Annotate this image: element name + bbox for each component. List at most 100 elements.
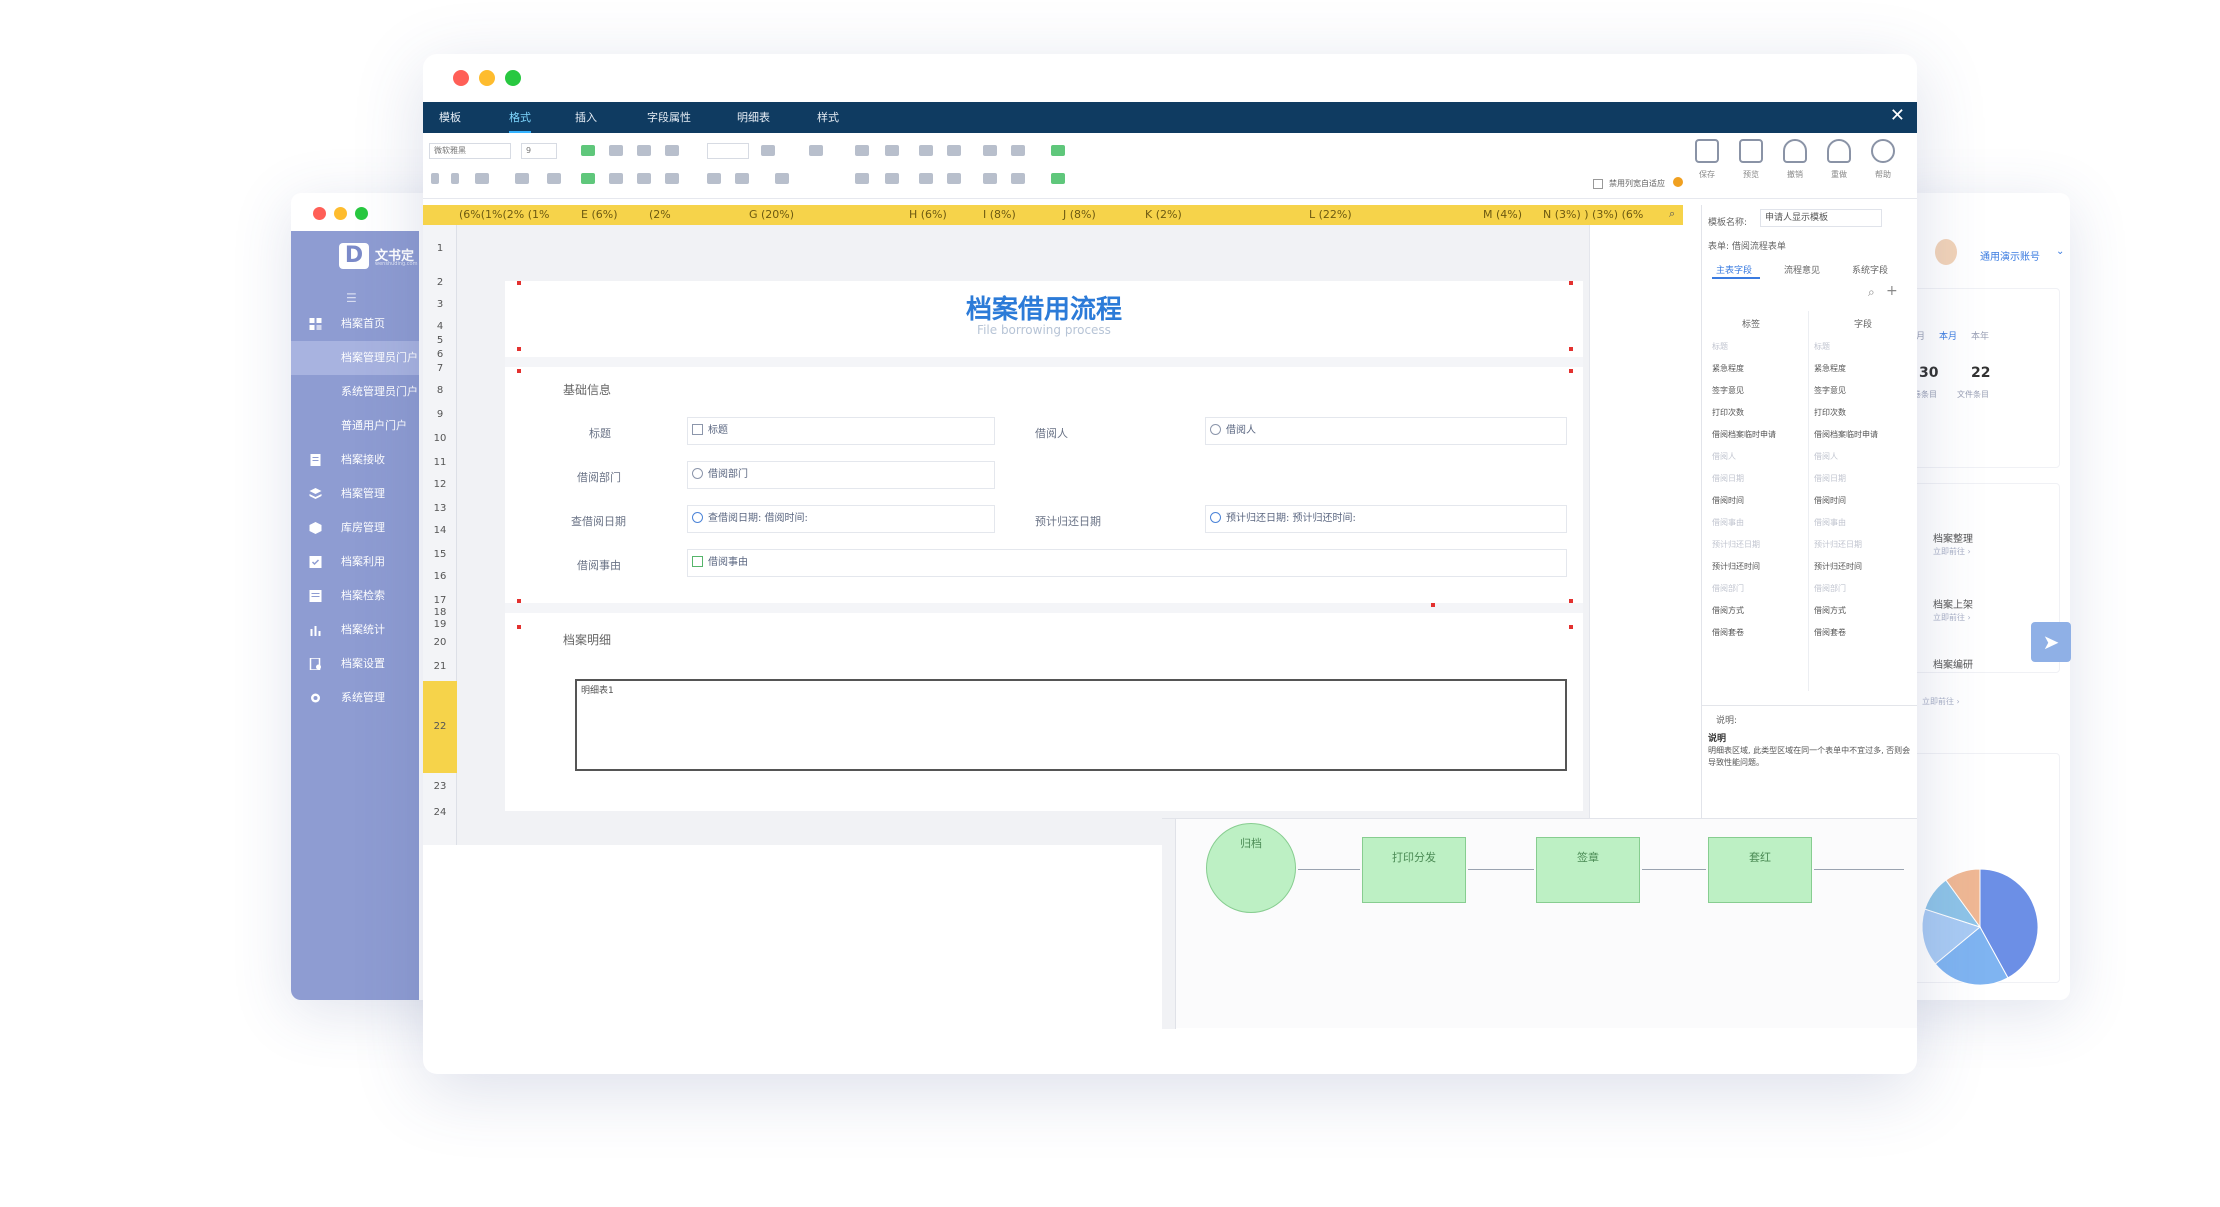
row-header[interactable]: 21: [423, 661, 457, 672]
align-bottom-icon[interactable]: [637, 145, 651, 156]
panel-field-name[interactable]: 借阅部门: [1814, 583, 1846, 594]
auto-width-checkbox[interactable]: [1593, 179, 1603, 189]
panel-field-name[interactable]: 预计归还日期: [1814, 539, 1862, 550]
grid-lines-icon[interactable]: [1051, 173, 1065, 184]
template-name-input[interactable]: 申请人显示模板: [1760, 209, 1882, 227]
justify-icon[interactable]: [665, 173, 679, 184]
date-field[interactable]: 查借阅日期: 借阅时间:: [687, 505, 995, 533]
column-header[interactable]: M (4%): [1483, 208, 1522, 221]
panel-field-name[interactable]: 标题: [1814, 341, 1830, 352]
merge-icon[interactable]: [707, 173, 721, 184]
minimize-dot[interactable]: [479, 70, 495, 86]
column-header[interactable]: H (6%): [909, 208, 947, 221]
tab-style[interactable]: 样式: [817, 102, 839, 133]
redo-button[interactable]: 重做: [1819, 139, 1859, 180]
close-dot[interactable]: [313, 207, 326, 220]
task-go-link[interactable]: 立即前往 ›: [1933, 612, 1971, 623]
sidebar-item-manage[interactable]: 档案管理: [291, 477, 419, 511]
flow-node-print[interactable]: 打印分发: [1362, 837, 1466, 903]
form-title[interactable]: 档案借用流程: [505, 289, 1583, 326]
row-header[interactable]: 12: [423, 479, 457, 490]
align-left-icon[interactable]: [581, 173, 595, 184]
link-icon[interactable]: [983, 145, 997, 156]
insert-col-icon[interactable]: [947, 145, 961, 156]
panel-field-label[interactable]: 借阅档案临时申请: [1712, 429, 1776, 440]
column-header[interactable]: N (3%) ) (3%) (6%: [1543, 208, 1643, 221]
search-icon[interactable]: ⌕: [1868, 285, 1875, 300]
avatar[interactable]: [1935, 239, 1957, 265]
align-top-icon[interactable]: [581, 145, 595, 156]
undo-button[interactable]: 撤销: [1775, 139, 1815, 180]
task-title[interactable]: 档案上架: [1933, 596, 1973, 611]
panel-field-label[interactable]: 借阅人: [1712, 451, 1736, 462]
font-size-select[interactable]: 9: [521, 143, 557, 159]
send-icon[interactable]: ➤: [2031, 622, 2071, 662]
column-header[interactable]: J (8%): [1063, 208, 1096, 221]
maximize-dot[interactable]: [505, 70, 521, 86]
sidebar-item-system[interactable]: 系统管理: [291, 681, 419, 715]
menu-icon[interactable]: ☰: [346, 291, 357, 305]
panel-field-label[interactable]: 打印次数: [1712, 407, 1744, 418]
minimize-dot[interactable]: [334, 207, 347, 220]
row-header[interactable]: 16: [423, 571, 457, 582]
copy-icon[interactable]: [855, 173, 869, 184]
save-button[interactable]: 保存: [1687, 139, 1727, 180]
row-header[interactable]: 7: [423, 363, 457, 374]
image-icon[interactable]: [1011, 145, 1025, 156]
row-header[interactable]: 13: [423, 503, 457, 514]
tab-this-year[interactable]: 本年: [1971, 329, 1989, 342]
grid-on-icon[interactable]: [1051, 145, 1065, 156]
column-header[interactable]: E (6%): [581, 208, 617, 221]
sidebar-item-admin-portal[interactable]: 系统管理员门户: [291, 375, 419, 409]
column-header[interactable]: L (22%): [1309, 208, 1352, 221]
row-header[interactable]: 9: [423, 409, 457, 420]
delete-col-icon[interactable]: [947, 173, 961, 184]
column-header[interactable]: I (8%): [983, 208, 1016, 221]
column-header[interactable]: G (20%): [749, 208, 794, 221]
column-header[interactable]: (6%(1%(2% (1%: [459, 208, 549, 221]
help-button[interactable]: 帮助: [1863, 139, 1903, 180]
task-title[interactable]: 档案编研: [1933, 656, 1973, 671]
clear-format-icon[interactable]: [547, 173, 561, 184]
panel-field-name[interactable]: 借阅事由: [1814, 517, 1846, 528]
panel-field-label[interactable]: 借阅套卷: [1712, 627, 1744, 638]
row-header[interactable]: 4: [423, 321, 457, 332]
row-header[interactable]: 2: [423, 277, 457, 288]
cut-icon[interactable]: [855, 145, 869, 156]
panel-field-label[interactable]: 借阅时间: [1712, 495, 1744, 506]
panel-field-name[interactable]: 借阅时间: [1814, 495, 1846, 506]
tab-detail-table[interactable]: 明细表: [737, 102, 770, 133]
flow-node-seal[interactable]: 签章: [1536, 837, 1640, 903]
add-icon[interactable]: +: [1886, 283, 1898, 299]
row-header[interactable]: 15: [423, 549, 457, 560]
panel-field-label[interactable]: 借阅事由: [1712, 517, 1744, 528]
column-header[interactable]: K (2%): [1145, 208, 1182, 221]
preview-button[interactable]: 预览: [1731, 139, 1771, 180]
row-header[interactable]: 23: [423, 781, 457, 792]
sidebar-item-search[interactable]: 档案检索: [291, 579, 419, 613]
sidebar-item-user-portal[interactable]: 普通用户门户: [291, 409, 419, 443]
row-header[interactable]: 18: [423, 607, 457, 618]
chevron-down-icon[interactable]: ⌄: [2056, 246, 2064, 257]
section-basic-info[interactable]: 基础信息: [563, 381, 611, 398]
panel-field-name[interactable]: 借阅套卷: [1814, 627, 1846, 638]
close-icon[interactable]: ✕: [1890, 105, 1905, 126]
tab-format[interactable]: 格式: [509, 102, 531, 133]
paste-icon[interactable]: [885, 173, 899, 184]
panel-field-name[interactable]: 借阅人: [1814, 451, 1838, 462]
line-style-select[interactable]: [707, 143, 749, 159]
align-middle-icon[interactable]: [609, 145, 623, 156]
close-dot[interactable]: [453, 70, 469, 86]
tab-flow-opinion[interactable]: 流程意见: [1784, 263, 1820, 276]
bold-icon[interactable]: [431, 173, 439, 184]
row-header[interactable]: 8: [423, 385, 457, 396]
panel-field-label[interactable]: 标题: [1712, 341, 1728, 352]
panel-field-name[interactable]: 借阅方式: [1814, 605, 1846, 616]
italic-icon[interactable]: [451, 173, 459, 184]
row-header[interactable]: 6: [423, 349, 457, 360]
insert-row-icon[interactable]: [919, 145, 933, 156]
tab-this-month[interactable]: 本月: [1939, 329, 1957, 342]
detail-subtable[interactable]: 明细表1: [575, 679, 1567, 771]
sidebar-item-config[interactable]: 档案设置: [291, 647, 419, 681]
border-icon[interactable]: [809, 145, 823, 156]
